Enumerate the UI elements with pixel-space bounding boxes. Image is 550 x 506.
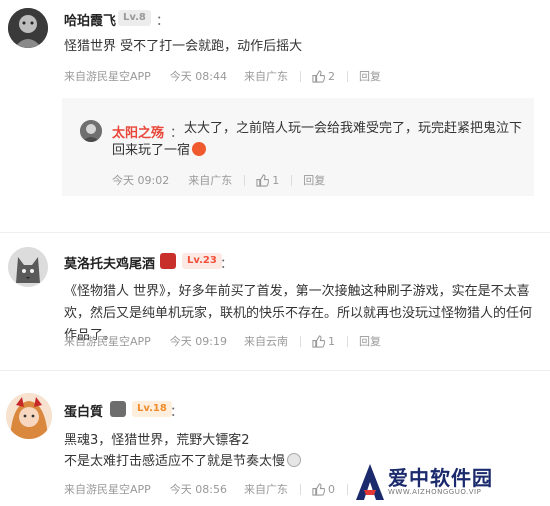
reply-box: 太阳之殇 ： 太大了，之前陪人玩一会给我难受完了，玩完赶紧把鬼泣下回来玩了一宿 … — [62, 98, 534, 196]
avatar[interactable] — [8, 8, 48, 48]
medal-icon — [110, 401, 126, 417]
comment-text: 怪猎世界 受不了打一会就跑，动作后摇大 — [64, 39, 303, 54]
like-button[interactable]: 2 — [312, 69, 335, 83]
thumbs-up-icon — [256, 174, 270, 187]
reply-text: 太大了，之前陪人玩一会给我难受完了，玩完赶紧把鬼泣下回来玩了一宿 — [112, 118, 524, 162]
reply-button[interactable]: 回复 — [359, 333, 381, 349]
comment-text-line: 黑魂3，怪猎世界，荒野大镖客2 — [64, 433, 250, 448]
location: 来自云南 — [244, 335, 288, 348]
timestamp: 今天 09:02 — [112, 174, 170, 187]
site-logo-icon — [356, 464, 384, 500]
comment-item: 莫洛托夫鸡尾酒 Lv.23 ： 《怪物猎人 世界》，好多年前买了首发，第一次接触… — [0, 233, 550, 368]
like-count: 2 — [328, 69, 335, 83]
reply-button[interactable]: 回复 — [359, 68, 381, 84]
location: 来自广东 — [188, 174, 233, 187]
comment-text-content: 不是太难打击感适应不了就是节奏太慢 — [64, 454, 286, 469]
source-label: 来自游民星空APP — [64, 335, 151, 348]
watermark: 爱中软件园 WWW.AIZHONGGUO.VIP — [350, 458, 550, 506]
level-badge: Lv.18 — [132, 401, 172, 417]
thumbs-up-icon — [312, 335, 325, 348]
location: 来自广东 — [244, 70, 288, 83]
avatar[interactable] — [8, 247, 48, 287]
emoji-icon — [287, 453, 302, 467]
watermark-url: WWW.AIZHONGGUO.VIP — [388, 488, 482, 496]
like-count: 1 — [272, 173, 280, 187]
comment-meta: 来自游民星空APP 今天 09:19 来自云南 1 回复 — [64, 333, 381, 349]
avatar-image — [8, 8, 48, 48]
colon: ： — [156, 14, 170, 29]
avatar-image — [80, 120, 102, 142]
level-badge: Lv.23 — [182, 253, 222, 269]
emoji-icon — [192, 142, 207, 156]
source-label: 来自游民星空APP — [64, 483, 151, 496]
like-button[interactable]: 1 — [312, 334, 335, 348]
avatar[interactable] — [6, 393, 52, 439]
thumbs-up-icon — [312, 483, 325, 496]
reply-avatar[interactable] — [80, 120, 102, 142]
comment-text-line: 不是太难打击感适应不了就是节奏太慢 — [64, 451, 344, 473]
watermark-title: 爱中软件园 — [388, 466, 493, 490]
comment-meta: 来自游民星空APP 今天 08:56 来自广东 0 回复 — [64, 481, 381, 497]
location: 来自广东 — [244, 483, 288, 496]
avatar-image — [8, 247, 48, 287]
timestamp: 今天 08:44 — [169, 70, 227, 83]
thumbs-up-icon — [312, 70, 325, 83]
colon: ： — [170, 405, 184, 420]
timestamp: 今天 09:19 — [169, 335, 227, 348]
like-count: 0 — [328, 482, 335, 496]
timestamp: 今天 08:56 — [169, 483, 227, 496]
comment-item: 哈珀霞飞 Lv.8 ： 怪猎世界 受不了打一会就跑，动作后摇大 来自游民星空AP… — [0, 0, 550, 230]
reply-meta: 今天 09:02 来自广东 1 回复 — [112, 172, 325, 188]
level-badge: Lv.8 — [118, 10, 151, 26]
like-count: 1 — [328, 334, 335, 348]
username[interactable]: 莫洛托夫鸡尾酒 — [64, 253, 155, 272]
like-button[interactable]: 0 — [312, 482, 335, 496]
medal-icon — [160, 253, 176, 269]
reply-text-content: 太大了，之前陪人玩一会给我难受完了，玩完赶紧把鬼泣下回来玩了一宿 — [112, 121, 523, 158]
source-label: 来自游民星空APP — [64, 70, 151, 83]
reply-button[interactable]: 回复 — [303, 172, 325, 188]
username[interactable]: 哈珀霞飞 — [64, 10, 116, 29]
comment-meta: 来自游民星空APP 今天 08:44 来自广东 2 回复 — [64, 68, 381, 84]
colon: ： — [220, 257, 234, 272]
avatar-image — [6, 393, 52, 439]
username[interactable]: 蛋白質 — [64, 401, 103, 420]
like-button[interactable]: 1 — [256, 173, 279, 187]
